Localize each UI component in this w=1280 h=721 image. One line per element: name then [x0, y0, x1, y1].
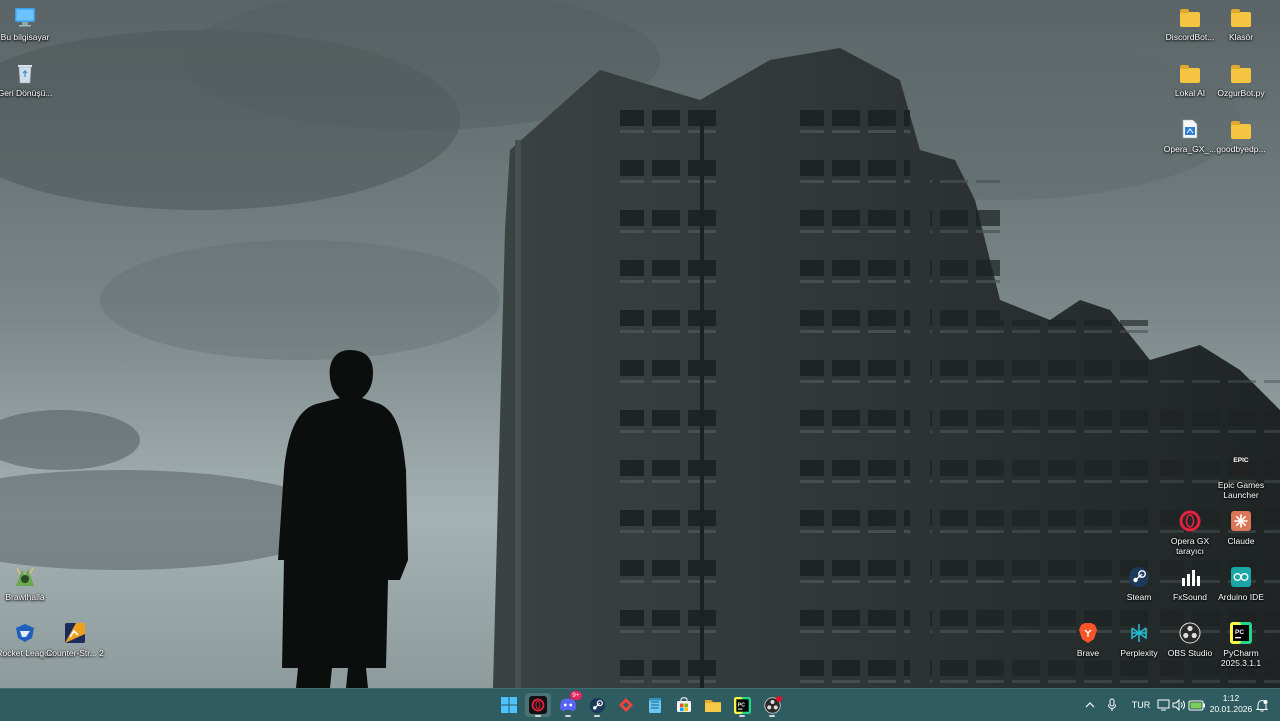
desktop-icon-arduino-ide[interactable]: Arduino IDE [1213, 565, 1269, 602]
system-tray: TUR [1082, 689, 1152, 721]
battery-icon [1187, 697, 1207, 713]
rocket-league-icon [13, 621, 37, 645]
volume-icon [1171, 697, 1187, 713]
notification-badge: 9+ [570, 691, 582, 700]
taskbar-opera-gx[interactable] [525, 693, 551, 717]
store-icon [677, 697, 691, 712]
desktop-icon-label: PyCharm 2025.3.1.1 [1220, 648, 1262, 668]
desktop-icon-steam[interactable]: Steam [1111, 565, 1167, 602]
steam-icon [1127, 565, 1151, 589]
input-language-indicator[interactable]: TUR [1130, 700, 1152, 710]
desktop-icon-claude[interactable]: Claude [1213, 509, 1269, 546]
desktop-icon-label: Claude [1227, 536, 1255, 546]
taskbar-obs-studio[interactable] [759, 693, 785, 717]
quick-settings[interactable] [1155, 689, 1207, 721]
desktop-icon-this-pc[interactable]: Bu bilgisayar [0, 5, 53, 42]
desktop-icon-ozgurbot-folder[interactable]: OzgurBot.py [1213, 61, 1269, 98]
folder-icon [1229, 117, 1253, 141]
notification-bell-icon [1256, 699, 1268, 712]
anydesk-icon [619, 698, 633, 712]
clock[interactable]: 1:12 20.01.2026 [1208, 693, 1254, 715]
desktop-icon-klasor-folder[interactable]: Klasör [1213, 5, 1269, 42]
show-hidden-icons-chevron-icon[interactable] [1082, 697, 1098, 713]
windows-icon [501, 697, 517, 713]
taskbar-discord[interactable]: 9+ [555, 691, 582, 717]
desktop-icon-opera-gx-installer[interactable]: Opera_GX_... [1162, 117, 1218, 154]
start-button[interactable] [496, 693, 522, 717]
desktop-icon-label: Klasör [1228, 32, 1254, 42]
folder-icon [1229, 61, 1253, 85]
taskbar-file-explorer[interactable] [700, 693, 726, 717]
fxsound-icon [1178, 565, 1202, 589]
obs-icon [1178, 621, 1202, 645]
notepad-icon [649, 697, 661, 713]
arduino-icon [1229, 565, 1253, 589]
brawlhalla-icon [13, 565, 37, 589]
desktop-icon-perplexity[interactable]: Perplexity [1111, 621, 1167, 658]
folder-icon [1178, 61, 1202, 85]
svg-text:PC: PC [1235, 629, 1244, 636]
desktop-icon-goodbyedpi-folder[interactable]: goodbyedp... [1213, 117, 1269, 154]
desktop-icon-discordbot-folder[interactable]: DiscordBot... [1162, 5, 1218, 42]
desktop-icon-label: goodbyedp... [1216, 144, 1266, 154]
network-icon [1155, 697, 1171, 713]
desktop-icon-fxsound[interactable]: FxSound [1162, 565, 1218, 602]
svg-text:PC: PC [737, 702, 744, 708]
opera-gx-icon [529, 696, 547, 714]
microphone-icon[interactable] [1104, 697, 1120, 713]
taskbar-notepad[interactable] [642, 693, 668, 717]
desktop-icon-counter-strike-2[interactable]: Counter-Str... 2 [46, 621, 104, 658]
desktop-icon-label: OzgurBot.py [1217, 88, 1265, 98]
desktop-icon-brawlhalla[interactable]: Brawlhalla [0, 565, 53, 602]
desktop-icon-epic-games-launcher[interactable]: EPIC Epic Games Launcher [1213, 453, 1269, 500]
recycle-bin-icon [13, 61, 37, 85]
discord-icon [559, 698, 577, 712]
desktop-icon-lokal-ai-folder[interactable]: Lokal AI [1162, 61, 1218, 98]
desktop-icon-brave[interactable]: Brave [1060, 621, 1116, 658]
pycharm-icon: PC [733, 696, 751, 714]
notifications-button[interactable] [1256, 689, 1268, 721]
desktop-icon-label: Epic Games Launcher [1217, 480, 1265, 500]
file-icon [1178, 117, 1202, 141]
pycharm-icon: PC [1229, 621, 1253, 645]
clock-time: 1:12 [1222, 693, 1240, 703]
desktop-icon-obs-studio[interactable]: OBS Studio [1162, 621, 1218, 658]
claude-icon [1229, 509, 1253, 533]
desktop-icon-opera-gx[interactable]: Opera GX tarayıcı [1162, 509, 1218, 556]
taskbar-pycharm[interactable]: PC [729, 693, 755, 717]
desktop-icon-label: Brawlhalla [5, 592, 45, 602]
folder-icon [705, 699, 721, 712]
perplexity-icon [1127, 621, 1151, 645]
opera-gx-icon [1178, 509, 1202, 533]
desktop-icon-recycle-bin[interactable]: Geri Dönüşü... [0, 61, 53, 98]
steam-icon [589, 697, 605, 713]
taskbar-microsoft-store[interactable] [671, 693, 697, 717]
counter-strike-icon [63, 621, 87, 645]
monitor-icon [13, 5, 37, 29]
recording-indicator [776, 696, 782, 702]
epic-games-icon: EPIC [1229, 453, 1253, 477]
desktop-icon-pycharm[interactable]: PC PyCharm 2025.3.1.1 [1213, 621, 1269, 668]
clock-date: 20.01.2026 [1209, 704, 1253, 714]
folder-icon [1229, 5, 1253, 29]
desktop-icon-label: Geri Dönüşü... [0, 88, 53, 98]
desktop-icon-label: Bu bilgisayar [0, 32, 50, 42]
taskbar-anydesk[interactable] [613, 693, 639, 717]
folder-icon [1178, 5, 1202, 29]
taskbar: 9+ PC TUR 1:12 20.01.2026 [0, 688, 1280, 721]
desktop-icon-label: Counter-Str... 2 [46, 648, 104, 658]
brave-icon [1076, 621, 1100, 645]
desktop-icon-label: Arduino IDE [1218, 592, 1264, 602]
taskbar-steam[interactable] [584, 693, 610, 717]
desktop-wallpaper [0, 0, 1280, 688]
